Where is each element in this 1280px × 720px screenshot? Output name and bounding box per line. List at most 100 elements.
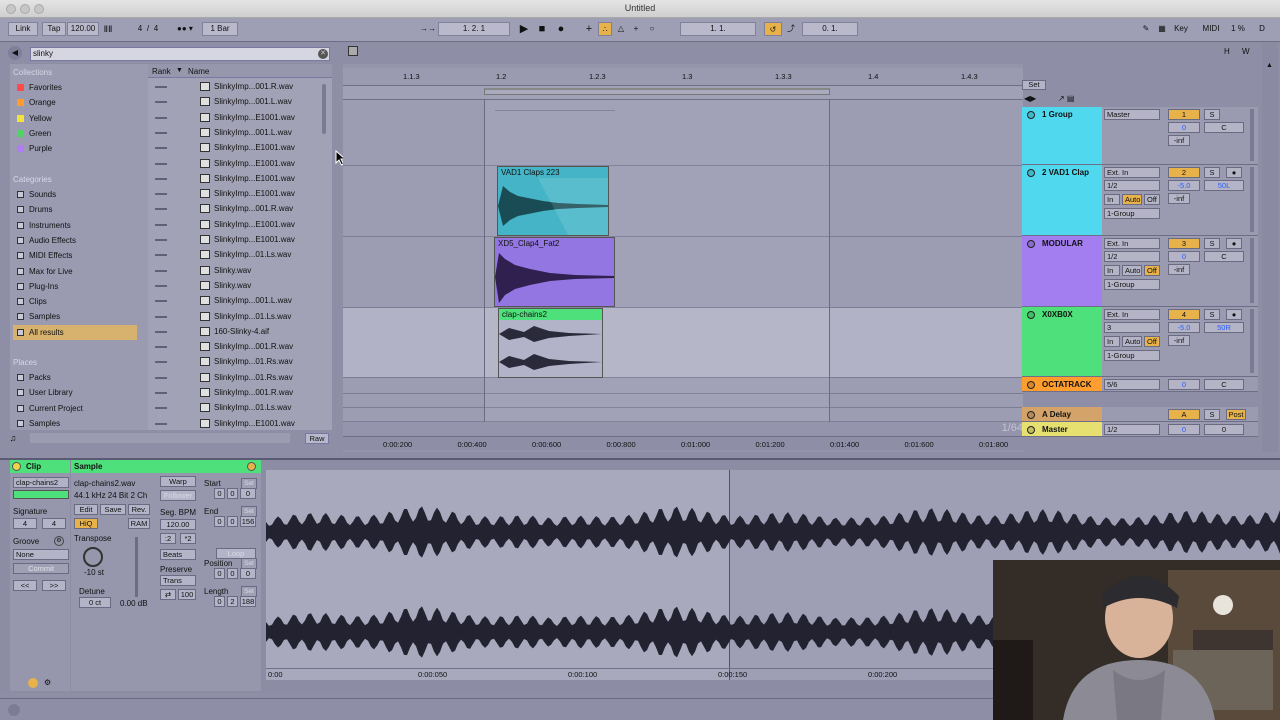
ram-button[interactable]: RAM [128,518,150,529]
track-fold-icon[interactable] [1027,111,1035,119]
file-row[interactable]: SlinkyImp...001.R.wav [148,79,332,94]
clip-activator-icon[interactable] [12,462,21,471]
collection-purple[interactable]: Purple [13,141,137,156]
search-input[interactable]: slinky [30,47,330,61]
category-samples[interactable]: Samples [13,309,137,324]
clip-sig-denominator[interactable]: 4 [42,518,66,529]
monitor-off-button[interactable]: Off [1144,336,1160,347]
overview-strip[interactable] [343,42,1023,64]
volume-field[interactable]: 0 [1168,379,1200,390]
file-row[interactable]: SlinkyImp...001.R.wav [148,201,332,216]
track-fold-icon[interactable] [1027,311,1035,319]
pos-field[interactable]: 0 [214,568,225,579]
input-channel-select[interactable]: 3 [1104,322,1160,333]
commit-button[interactable]: Commit [13,563,69,574]
detune-value[interactable]: 0 ct [79,597,111,608]
input-type-select[interactable]: Master [1104,109,1160,120]
draw-mode-icon[interactable]: ↗ ▤ [1058,94,1098,104]
file-row[interactable]: SlinkyImp...E1001.wav [148,110,332,125]
link-button[interactable]: Link [8,22,38,36]
set-button[interactable]: Set [241,478,257,489]
track-header-modular[interactable]: MODULAR Ext. In 1/2 In Auto Off 1-Group 3 S ● 0 C -i… [1022,236,1258,307]
groove-hotswap-icon[interactable]: ⚙ [54,536,64,546]
category-drums[interactable]: Drums [13,202,137,217]
start-field[interactable]: 0 [240,488,256,499]
category-all-results[interactable]: All results [13,324,137,340]
input-type-select[interactable]: Ext. In [1104,167,1160,178]
track-name[interactable]: 2 VAD1 Clap [1022,165,1102,235]
half-tempo-button[interactable]: :2 [160,533,176,544]
end-field[interactable]: 0 [214,516,225,527]
arm-record-button[interactable]: ● [1226,167,1242,178]
double-tempo-button[interactable]: *2 [180,533,196,544]
post-button[interactable]: Post [1226,409,1246,420]
file-row[interactable]: SlinkyImp...001.L.wav [148,94,332,109]
end-field[interactable]: 0 [227,516,238,527]
len-field[interactable]: 2 [227,596,238,607]
place-packs[interactable]: Packs [13,370,137,385]
file-row[interactable]: SlinkyImp...01.Ls.wav [148,247,332,262]
file-row[interactable]: SlinkyImp...01.Ls.wav [148,400,332,415]
solo-button[interactable]: S [1204,109,1220,120]
monitor-in-button[interactable]: In [1104,194,1120,205]
category-max-for-live[interactable]: Max for Live [13,264,137,279]
arm-record-button[interactable]: ● [1226,238,1242,249]
file-row[interactable]: SlinkyImp...E1001.wav [148,416,332,430]
info-view-icon[interactable] [8,704,20,716]
file-row[interactable]: SlinkyImp...E1001.wav [148,186,332,201]
volume-field[interactable]: -5.0 [1168,180,1200,191]
stop-icon[interactable]: ■ [536,22,548,36]
back-to-arrangement-icon[interactable]: ◀▶ [1024,94,1048,104]
track-activator-button[interactable]: 4 [1168,309,1200,320]
monitor-off-button[interactable]: Off [1144,194,1160,205]
signature-denominator[interactable]: 4 [151,22,161,36]
start-field[interactable]: 0 [214,488,225,499]
input-channel-select[interactable]: 5/6 [1104,379,1160,390]
track-activator-button[interactable]: 2 [1168,167,1200,178]
category-sounds[interactable]: Sounds [13,187,137,202]
groove-select[interactable]: None [13,549,69,560]
output-routing-select[interactable]: 1-Group [1104,208,1160,219]
save-button[interactable]: Save [100,504,126,515]
category-plug-ins[interactable]: Plug-Ins [13,279,137,294]
follower-button[interactable]: Follower [160,490,196,501]
file-row[interactable]: SlinkyImp...001.R.wav [148,339,332,354]
collection-favorites[interactable]: Favorites [13,80,137,95]
file-row[interactable]: SlinkyImp...01.Ls.wav [148,309,332,324]
clip-tab-header[interactable]: Clip [10,460,70,473]
solo-button[interactable]: S [1204,409,1220,420]
track-activator-button[interactable]: 3 [1168,238,1200,249]
monitor-auto-button[interactable]: Auto [1122,336,1142,347]
raw-button[interactable]: Raw [305,433,329,444]
track-fold-icon[interactable] [1027,169,1035,177]
track-header-x0xb0x[interactable]: X0XB0X Ext. In 3 In Auto Off 1-Group 4 S ● -5.0 50R… [1022,307,1258,377]
monitor-auto-button[interactable]: Auto [1122,265,1142,276]
clip-launch-icon[interactable] [28,678,38,688]
clip-xd5-clap[interactable]: XD5_Clap4_Fat2 [494,237,615,307]
loop-bar[interactable] [343,86,1023,100]
place-current-project[interactable]: Current Project [13,401,137,416]
file-row[interactable]: SlinkyImp...E1001.wav [148,232,332,247]
preserve-select[interactable]: Trans [160,575,196,586]
input-type-select[interactable]: Ext. In [1104,238,1160,249]
file-row[interactable]: SlinkyImp...01.Rs.wav [148,370,332,385]
track-fold-icon[interactable] [1027,426,1035,434]
key-map-button[interactable]: Key [1172,22,1190,36]
category-midi-effects[interactable]: MIDI Effects [13,248,137,263]
clip-sig-numerator[interactable]: 4 [13,518,37,529]
play-icon[interactable]: ▶ [518,22,530,36]
pan-field[interactable]: C [1204,122,1244,133]
solo-button[interactable]: S [1204,167,1220,178]
sample-play-icon[interactable] [247,462,256,471]
category-audio-effects[interactable]: Audio Effects [13,233,137,248]
clip-color-chooser[interactable] [13,490,69,499]
track-header-2-vad1-clap[interactable]: 2 VAD1 Clap Ext. In 1/2 In Auto Off 1-Group 2 S ●… [1022,165,1258,236]
set-button[interactable]: Set [241,558,257,569]
output-routing-select[interactable]: 1-Group [1104,279,1160,290]
tempo-field[interactable]: 120.00 [67,22,99,36]
browser-toggle-icon[interactable]: ◀ [8,46,22,60]
solo-button[interactable]: S [1204,238,1220,249]
file-row[interactable]: SlinkyImp...E1001.wav [148,156,332,171]
pencil-icon[interactable]: ✎ [1140,22,1152,36]
input-channel-select[interactable]: 1/2 [1104,424,1160,435]
